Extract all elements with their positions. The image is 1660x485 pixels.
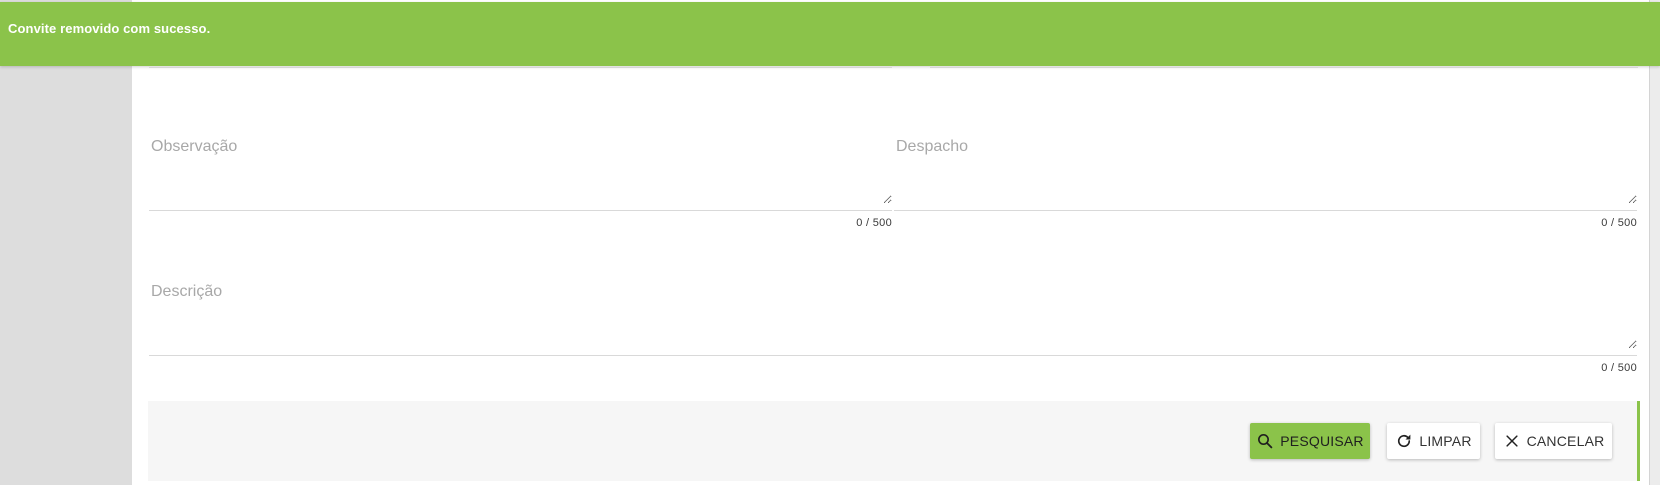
close-icon — [1503, 432, 1521, 450]
descricao-label: Descrição — [151, 283, 223, 300]
despacho-field: Despacho 0 / 500 — [894, 138, 1637, 238]
despacho-input[interactable] — [894, 164, 1637, 204]
despacho-label: Despacho — [896, 138, 969, 155]
cancelar-button[interactable]: CANCELAR — [1495, 423, 1612, 459]
cancelar-label: CANCELAR — [1526, 433, 1605, 449]
previous-field-underline-right — [930, 67, 1638, 68]
limpar-label: LIMPAR — [1419, 433, 1472, 449]
page: Observação 0 / 500 Despacho 0 / 500 Desc… — [0, 0, 1660, 485]
observacao-input[interactable] — [149, 164, 892, 204]
toast-message: Convite removido com sucesso. — [8, 21, 211, 36]
pesquisar-button[interactable]: PESQUISAR — [1250, 423, 1370, 459]
success-toast[interactable]: Convite removido com sucesso. — [0, 2, 1660, 66]
right-gutter — [1649, 0, 1660, 485]
descricao-counter: 0 / 500 — [1601, 362, 1637, 374]
observacao-label: Observação — [151, 138, 238, 155]
action-bar-accent — [1637, 401, 1640, 481]
previous-field-underline-left — [149, 67, 892, 68]
refresh-icon — [1395, 432, 1413, 450]
observacao-counter: 0 / 500 — [856, 217, 892, 229]
pesquisar-label: PESQUISAR — [1280, 433, 1364, 449]
search-icon — [1256, 432, 1274, 450]
observacao-underline — [149, 210, 892, 211]
despacho-underline — [894, 210, 1637, 211]
despacho-counter: 0 / 500 — [1601, 217, 1637, 229]
descricao-field: Descrição 0 / 500 — [149, 283, 1637, 383]
limpar-button[interactable]: LIMPAR — [1387, 423, 1480, 459]
observacao-field: Observação 0 / 500 — [149, 138, 892, 238]
left-sidebar — [0, 0, 132, 485]
descricao-input[interactable] — [149, 309, 1637, 349]
descricao-underline — [149, 355, 1637, 356]
right-gutter-divider — [1649, 0, 1650, 485]
